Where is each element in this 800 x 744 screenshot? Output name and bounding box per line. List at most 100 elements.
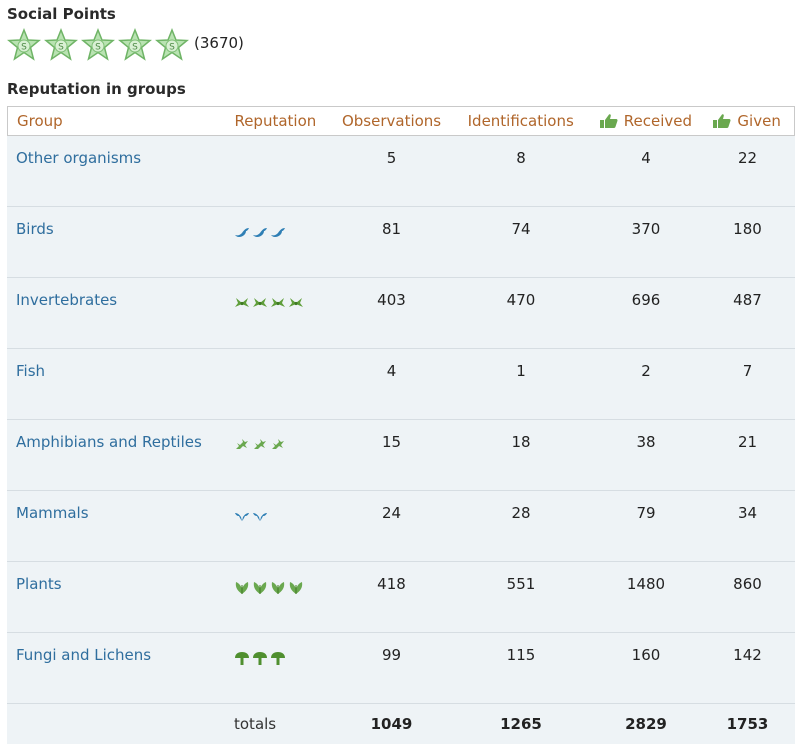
column-header-group: Group [17,112,63,130]
leaf-icon [235,582,249,594]
group-link-fungi-and-lichens[interactable]: Fungi and Lichens [16,646,151,664]
lizard-icon [236,439,248,449]
table-row: Other organisms 5 8 4 22 [7,136,795,207]
group-link-plants[interactable]: Plants [16,575,62,593]
reputation-cell [227,633,333,666]
given-count: 860 [733,575,762,593]
social-stars: S S S S S (3670) [7,28,244,62]
identifications-count: 74 [511,220,531,238]
received-count: 38 [636,433,656,451]
observations-count: 15 [381,433,402,451]
table-row: Mammals 24 28 79 34 [7,491,795,562]
observations-count: 24 [381,504,402,522]
lizard-icon [254,439,266,449]
column-header-received: Received [592,112,700,130]
thumbs-up-icon [713,114,731,128]
star-icon: S [7,28,41,62]
identifications-count: 1 [516,362,526,380]
received-count: 696 [631,291,661,309]
reputation-cell [227,420,333,453]
star-icon: S [155,28,189,62]
reputation-cell [227,349,333,362]
total-identifications: 1265 [500,715,542,733]
column-header-given: Given [699,112,794,130]
given-label: Given [737,112,781,130]
table-header: Group Reputation Observations Identifica… [7,106,795,136]
svg-text:S: S [132,43,138,53]
given-count: 21 [737,433,758,451]
svg-text:S: S [58,43,64,53]
received-count: 1480 [626,575,666,593]
svg-text:S: S [95,43,101,53]
column-header-identifications: Identifications [467,112,574,130]
star-icon: S [118,28,152,62]
group-link-invertebrates[interactable]: Invertebrates [16,291,117,309]
given-count: 487 [733,291,762,309]
total-given: 1753 [726,715,769,733]
reputation-cell [227,278,333,311]
column-header-reputation: Reputation [234,112,317,130]
insect-icon [289,298,303,307]
star-icon: S [44,28,78,62]
identifications-count: 551 [506,575,536,593]
social-points-count: (3670) [194,34,244,52]
table-row: Birds 81 74 370 180 [7,207,795,278]
svg-text:S: S [21,43,27,53]
totals-label: totals [234,715,277,733]
bird-icon [253,228,267,237]
table-row: Invertebrates 403 470 696 487 [7,278,795,349]
table-row: Fungi and Lichens 99 115 160 142 [7,633,795,704]
received-count: 370 [631,220,661,238]
group-link-mammals[interactable]: Mammals [16,504,89,522]
bird-icon [271,228,285,237]
group-link-amphibians-and-reptiles[interactable]: Amphibians and Reptiles [16,433,202,451]
observations-count: 4 [386,362,397,380]
insect-icon [253,298,267,307]
reputation-cell [227,562,333,595]
received-count: 4 [641,149,651,167]
given-count: 7 [742,362,753,380]
star-icon: S [81,28,115,62]
social-points-title: Social Points [7,5,116,23]
bat-icon [253,513,267,521]
observations-count: 99 [381,646,402,664]
insect-icon [271,298,285,307]
reputation-title: Reputation in groups [7,80,186,98]
total-received: 2829 [625,715,667,733]
observations-count: 5 [386,149,397,167]
total-observations: 1049 [370,715,413,733]
received-count: 79 [636,504,656,522]
identifications-count: 18 [511,433,531,451]
reputation-cell [227,491,333,524]
bat-icon [235,513,249,521]
table-row: Fish 4 1 2 7 [7,349,795,420]
given-count: 34 [737,504,758,522]
leaf-icon [271,582,285,594]
received-count: 2 [641,362,651,380]
observations-count: 418 [377,575,406,593]
identifications-count: 8 [516,149,526,167]
table-row: Plants 418 551 1480 860 [7,562,795,633]
mushroom-icon [235,652,249,665]
given-count: 22 [737,149,758,167]
leaf-icon [289,582,303,594]
svg-text:S: S [169,43,175,53]
group-link-birds[interactable]: Birds [16,220,54,238]
mushroom-icon [271,652,285,665]
totals-row: totals 1049 1265 2829 1753 [7,704,795,744]
reputation-table: Group Reputation Observations Identifica… [7,106,795,744]
reputation-cell [227,136,333,149]
mushroom-icon [253,652,267,665]
column-header-observations: Observations [341,112,442,130]
lizard-icon [272,439,284,449]
group-link-other-organisms[interactable]: Other organisms [16,149,141,167]
given-count: 142 [733,646,762,664]
observations-count: 403 [377,291,406,309]
thumbs-up-icon [599,114,618,128]
given-count: 180 [733,220,762,238]
table-row: Amphibians and Reptiles 15 18 38 21 [7,420,795,491]
received-label: Received [623,112,693,130]
identifications-count: 115 [506,646,536,664]
identifications-count: 470 [506,291,536,309]
group-link-fish[interactable]: Fish [16,362,45,380]
